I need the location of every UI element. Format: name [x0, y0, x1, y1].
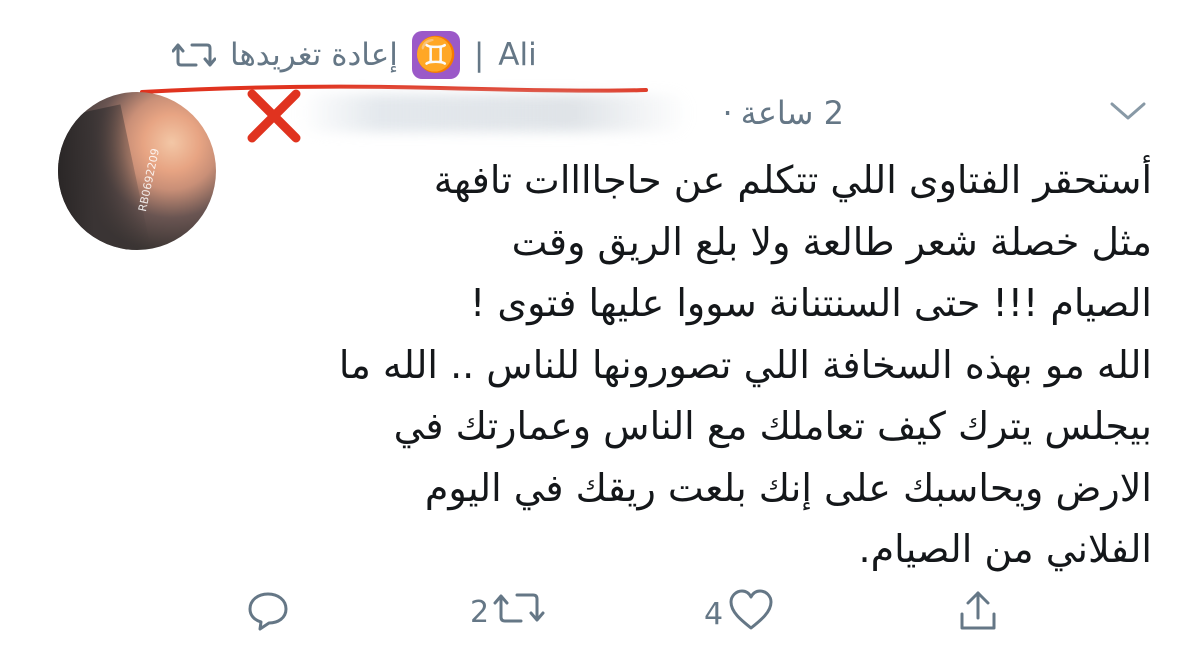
meta-dot: ·: [722, 94, 733, 132]
annotation-x-icon: [247, 89, 301, 143]
retweeter-name[interactable]: Ali: [498, 37, 536, 73]
share-button[interactable]: [956, 588, 1000, 640]
tweet-text: أستحقر الفتاوى اللي تتكلم عن حاجاااات تا…: [338, 158, 1152, 571]
avatar-hair: [58, 104, 154, 250]
retweet-count: 2: [470, 594, 490, 630]
like-count: 4: [704, 596, 724, 632]
gemini-emoji: ♊: [411, 31, 460, 79]
chevron-down-icon[interactable]: [1108, 100, 1148, 126]
heart-icon: [727, 588, 775, 640]
avatar[interactable]: RB0692209: [58, 92, 216, 250]
tweet-timestamp[interactable]: 2 ساعة: [741, 94, 844, 132]
reply-icon: [246, 588, 290, 640]
avatar-watermark: RB0692209: [136, 147, 163, 213]
retweet-header: إعادة تغريدها ♊ | Ali: [172, 28, 537, 82]
reply-button[interactable]: [246, 588, 294, 640]
separator: |: [473, 37, 485, 73]
retweet-icon: [172, 40, 216, 70]
tweet-meta: · 2 ساعة: [722, 92, 844, 134]
like-button[interactable]: 4: [704, 588, 775, 640]
share-icon: [956, 588, 1000, 640]
retweeted-label: إعادة تغريدها: [230, 37, 398, 73]
blurred-username: [300, 94, 690, 132]
retweet-button[interactable]: 2: [470, 588, 545, 636]
retweet-icon: [493, 588, 545, 636]
tweet-actions: 2 4: [0, 582, 1200, 642]
